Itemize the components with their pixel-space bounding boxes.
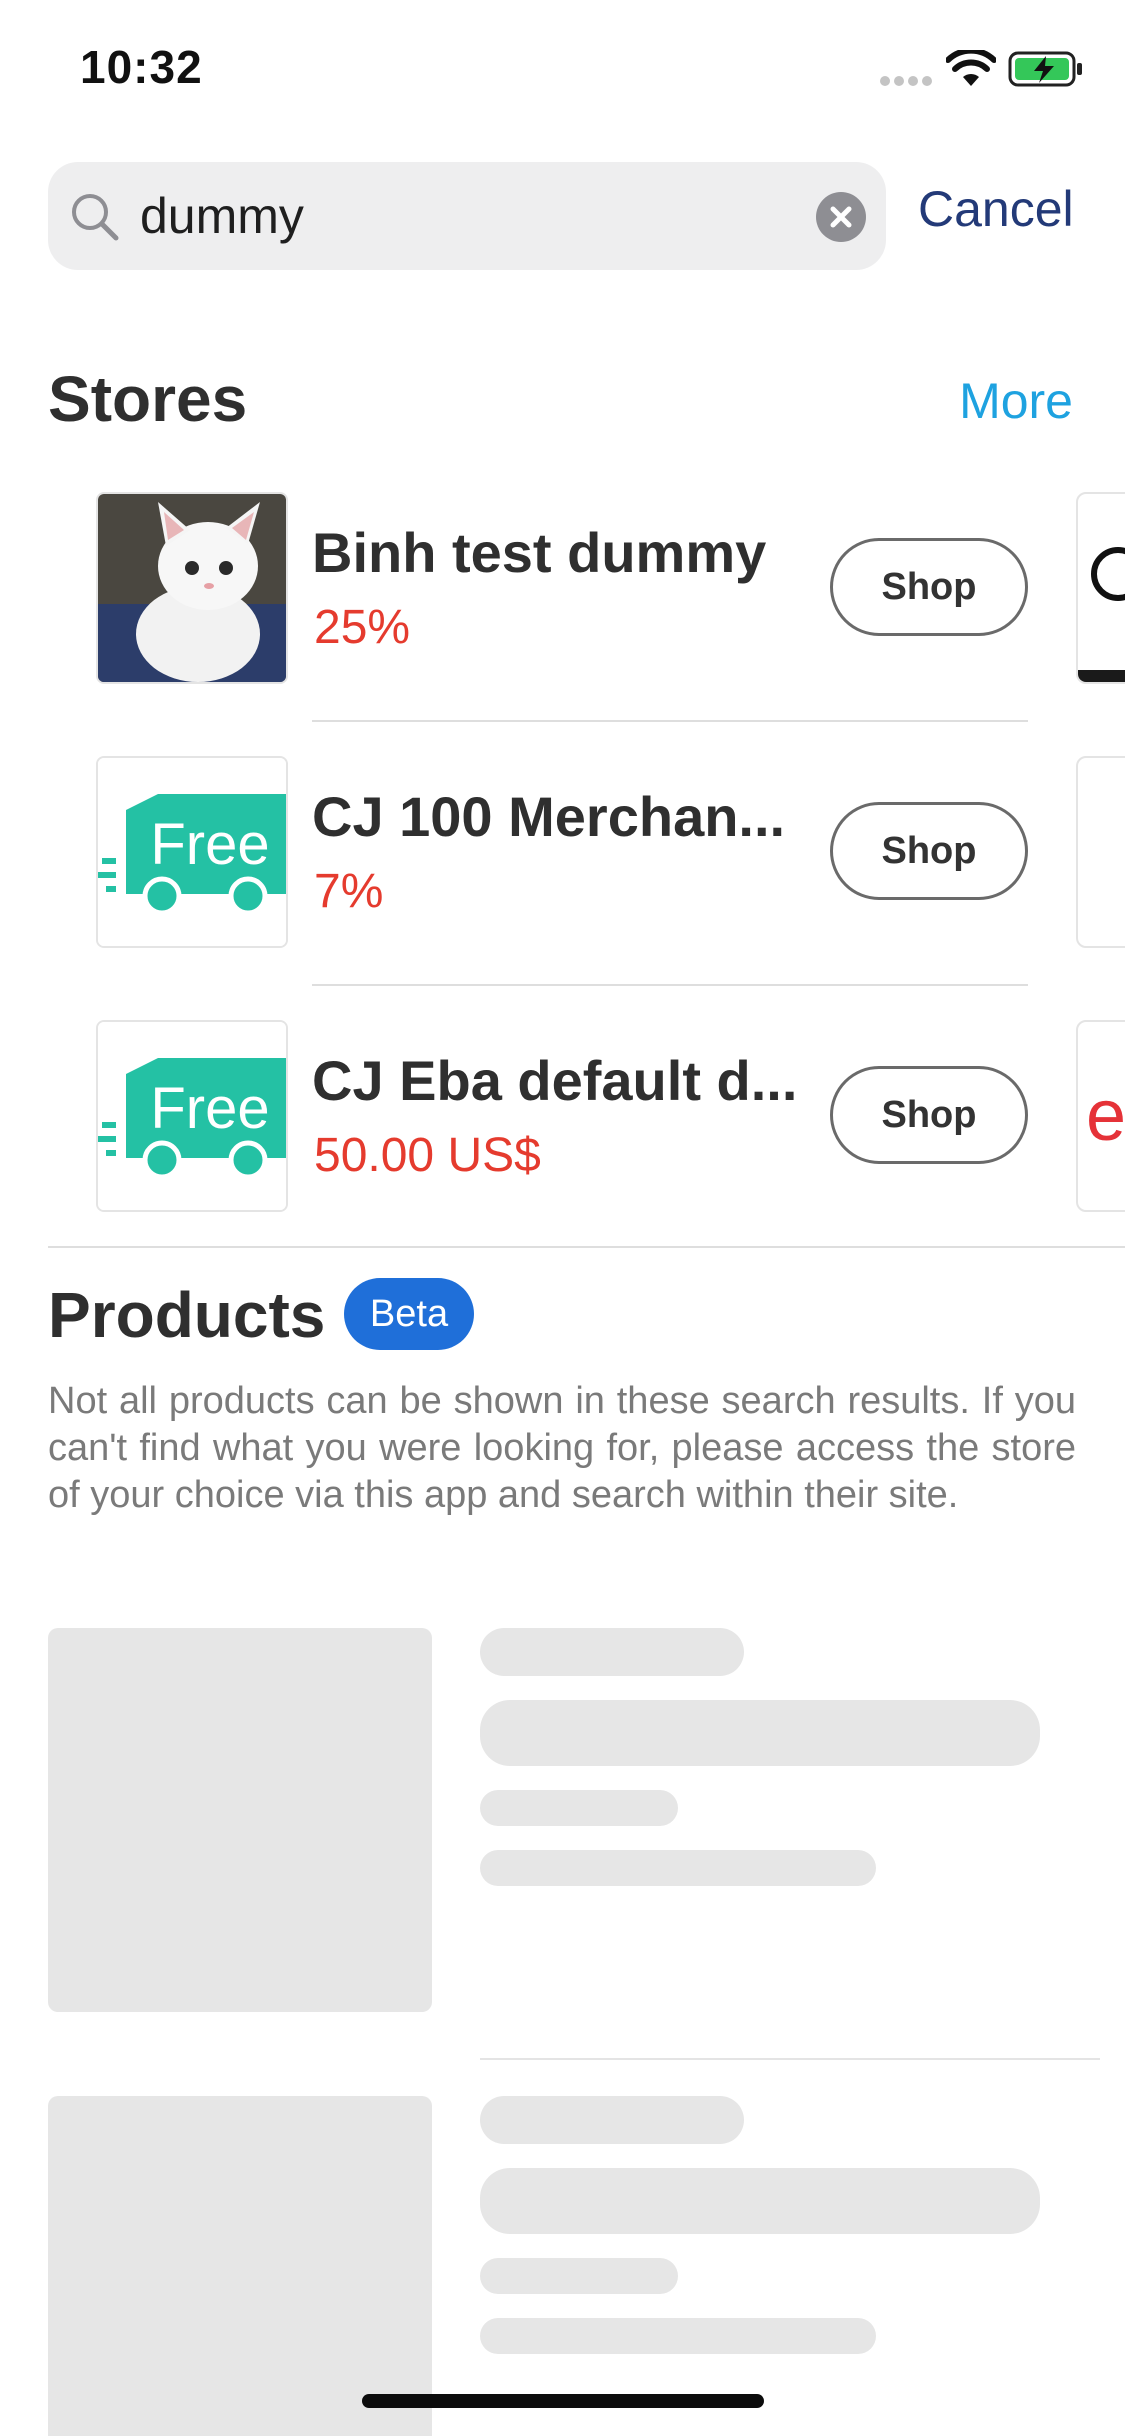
store-name: Binh test dummy	[312, 521, 767, 584]
kitten-photo-icon	[98, 494, 286, 682]
wifi-icon	[946, 50, 996, 86]
shop-button[interactable]: Shop	[830, 538, 1028, 636]
store-logo-free-shipping: Free	[96, 1020, 288, 1212]
store-name: CJ 100 Merchan...	[312, 785, 786, 848]
skeleton-line	[480, 1628, 744, 1676]
free-shipping-truck-icon: Free	[98, 758, 286, 946]
row-divider	[312, 984, 1028, 986]
skeleton-line	[480, 1790, 678, 1826]
skeleton-line	[480, 2096, 744, 2144]
shop-button[interactable]: Shop	[830, 1066, 1028, 1164]
free-label: Free	[150, 812, 269, 877]
store-name: CJ Eba default d...	[312, 1049, 798, 1112]
store-row[interactable]: Free CJ 100 Merchan... 7% Shop	[0, 756, 1125, 1020]
skeleton-line	[480, 2318, 876, 2354]
store-logo-kitten	[96, 492, 288, 684]
partial-logo-icon: e	[1086, 1076, 1125, 1156]
skeleton-line	[480, 2168, 1040, 2234]
stores-section-title: Stores	[48, 363, 248, 435]
beta-badge: Beta	[344, 1278, 474, 1350]
skeleton-line	[480, 1850, 876, 1886]
products-disclaimer: Not all products can be shown in these s…	[48, 1380, 1076, 1516]
status-bar: 10:32	[0, 0, 1125, 140]
shop-button[interactable]: Shop	[830, 802, 1028, 900]
free-shipping-truck-icon: Free	[98, 1022, 286, 1210]
skeleton-line	[480, 1700, 1040, 1766]
partial-logo-letter: e	[1086, 1076, 1125, 1156]
search-input[interactable]	[140, 182, 840, 250]
cellular-signal-icon	[880, 76, 932, 86]
next-store-card-peek[interactable]: e	[1076, 1020, 1125, 1212]
section-divider	[48, 1246, 1125, 1248]
skeleton-line	[480, 2258, 678, 2294]
store-cashback: 50.00 US$	[314, 1129, 541, 1182]
store-logo-free-shipping: Free	[96, 756, 288, 948]
row-divider	[480, 2058, 1100, 2060]
battery-charging-icon	[1008, 51, 1082, 87]
store-cashback: 7%	[314, 865, 384, 918]
status-time: 10:32	[80, 41, 203, 93]
skeleton-image	[48, 1628, 432, 2012]
partial-logo-icon	[1078, 547, 1125, 682]
next-store-card-peek[interactable]	[1076, 492, 1125, 684]
next-store-card-peek[interactable]	[1076, 756, 1125, 948]
skeleton-image	[48, 2096, 432, 2436]
search-bar[interactable]	[48, 162, 886, 270]
clear-search-icon[interactable]	[816, 192, 866, 242]
search-icon	[72, 194, 119, 241]
free-label: Free	[150, 1076, 269, 1141]
row-divider	[312, 720, 1028, 722]
store-row[interactable]: Free CJ Eba default d... 50.00 US$ Shop …	[0, 1020, 1125, 1284]
more-stores-link[interactable]: More	[959, 372, 1073, 430]
store-cashback: 25%	[314, 601, 411, 654]
cancel-button[interactable]: Cancel	[918, 180, 1074, 238]
home-indicator[interactable]	[362, 2394, 764, 2408]
store-row[interactable]: Binh test dummy 25% Shop	[0, 492, 1125, 756]
products-section-title: Products	[48, 1279, 326, 1351]
